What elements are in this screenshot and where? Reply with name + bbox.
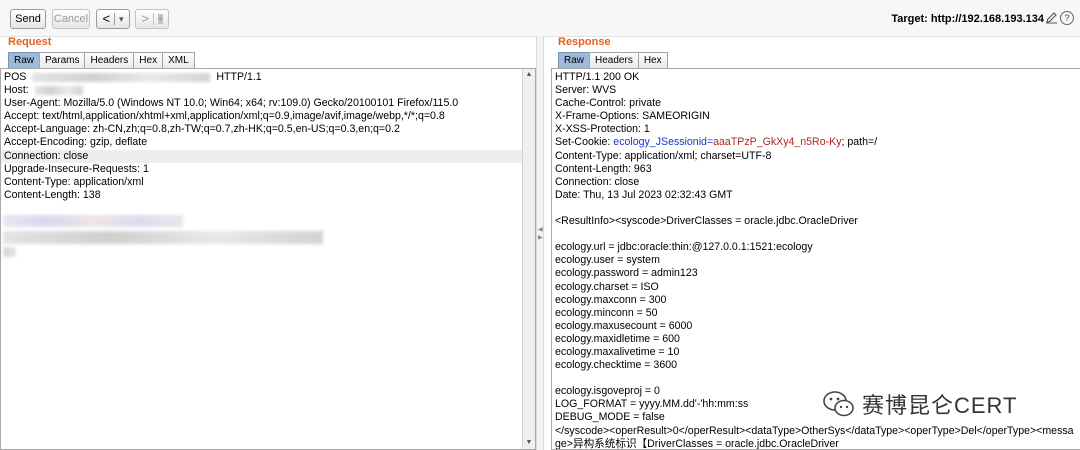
panel-divider[interactable]: ◀ ▶: [536, 36, 544, 450]
response-line-7: Content-Length: 963: [555, 162, 652, 175]
request-line-1: Host:: [1, 84, 523, 97]
response-tab-headers[interactable]: Headers: [589, 52, 639, 68]
request-editor[interactable]: POS HTTP/1.1 Host: User-Agent: Mozilla/5.…: [0, 68, 536, 450]
pencil-icon[interactable]: [1045, 11, 1058, 27]
response-tabs: Raw Headers Hex: [558, 52, 668, 69]
request-tab-raw[interactable]: Raw: [8, 52, 41, 68]
response-tab-hex[interactable]: Hex: [637, 52, 668, 68]
chevron-down-icon: ▾: [158, 14, 163, 25]
request-title: Request: [8, 36, 52, 48]
chevron-down-icon: ▾: [119, 14, 124, 25]
response-line-16: ecology.charset = ISO: [555, 280, 659, 293]
help-icon[interactable]: ?: [1060, 11, 1074, 25]
response-line-1: Server: WVS: [555, 84, 617, 97]
redacted-body-line: [3, 247, 15, 257]
forward-button[interactable]: > ▾: [135, 9, 169, 29]
response-line-18: ecology.minconn = 50: [555, 306, 658, 319]
response-line-3: X-Frame-Options: SAMEORIGIN: [555, 110, 710, 123]
request-tab-hex[interactable]: Hex: [133, 52, 164, 68]
cancel-button[interactable]: Cancel: [52, 9, 90, 29]
send-button[interactable]: Send: [10, 9, 46, 29]
watermark: 赛博昆仑CERT: [822, 384, 1018, 424]
request-line-3: Accept: text/html,application/xhtml+xml,…: [4, 110, 445, 123]
request-lines: POS HTTP/1.1 Host: User-Agent: Mozilla/5.…: [1, 71, 523, 202]
request-scrollbar[interactable]: ▲ ▼: [522, 69, 535, 449]
redacted-body-line: [3, 231, 323, 244]
request-line-7: Upgrade-Insecure-Requests: 1: [4, 162, 149, 175]
scroll-up-icon[interactable]: ▲: [523, 69, 535, 81]
request-line-4: Accept-Language: zh-CN,zh;q=0.8,zh-TW;q=…: [4, 123, 400, 136]
response-line-28: ge>异构系统标识【DriverClasses = oracle.jdbc.Or…: [555, 437, 839, 450]
request-line-8: Content-Type: application/xml: [4, 175, 144, 188]
request-line-6: Connection: close: [1, 149, 523, 163]
toolbar: Send Cancel < ▾ > ▾ Target: http://192.168…: [0, 0, 1080, 37]
response-line-8: Connection: close: [555, 175, 640, 188]
response-line-9: Date: Thu, 13 Jul 2023 02:32:43 GMT: [555, 188, 733, 201]
response-line-10: [552, 202, 1080, 215]
response-line-21: ecology.maxalivetime = 10: [555, 345, 680, 358]
response-line-0: HTTP/1.1 200 OK: [555, 71, 640, 83]
request-line-9: Content-Length: 138: [4, 188, 101, 201]
divider-grip-icon[interactable]: ◀ ▶: [538, 226, 543, 242]
response-line-20: ecology.maxidletime = 600: [555, 332, 680, 345]
wechat-icon: [822, 387, 856, 421]
chevron-left-icon: <: [102, 11, 111, 27]
back-button[interactable]: < ▾: [96, 9, 130, 29]
response-line-14: ecology.user = system: [555, 254, 660, 267]
request-tab-headers[interactable]: Headers: [84, 52, 135, 68]
response-line-17: ecology.maxconn = 300: [555, 293, 667, 306]
request-line-0: POS HTTP/1.1: [4, 71, 262, 83]
request-line-2: User-Agent: Mozilla/5.0 (Windows NT 10.0…: [4, 97, 459, 110]
response-line-2: Cache-Control: private: [555, 97, 661, 110]
request-line-5: Accept-Encoding: gzip, deflate: [4, 136, 148, 149]
target-label: Target: http://192.168.193.134: [891, 13, 1044, 25]
chevron-right-icon: >: [141, 11, 150, 27]
response-line-6: Content-Type: application/xml; charset=U…: [555, 149, 772, 162]
response-line-15: ecology.password = admin123: [555, 267, 698, 280]
redacted-body-line: [3, 215, 183, 227]
cookie-name: ecology_JSessionid: [613, 136, 707, 149]
response-line-12: [552, 228, 1080, 241]
response-title: Response: [558, 36, 611, 48]
response-set-cookie-line: Set-Cookie: ecology_JSessionid=aaaTPzP_G…: [555, 136, 878, 149]
request-tab-params[interactable]: Params: [39, 52, 86, 68]
request-tab-xml[interactable]: XML: [162, 52, 195, 68]
response-line-11: <ResultInfo><syscode>DriverClasses = ora…: [555, 215, 858, 228]
request-tabs: Raw Params Headers Hex XML: [8, 52, 195, 69]
response-line-27: </syscode><operResult>0</operResult><dat…: [555, 424, 1074, 437]
response-line-22: ecology.checktime = 3600: [555, 359, 677, 372]
cookie-value: aaaTPzP_GkXy4_n5Ro-Ky: [713, 136, 842, 149]
response-tab-raw[interactable]: Raw: [558, 52, 591, 68]
response-line-19: ecology.maxusecount = 6000: [555, 319, 693, 332]
response-line-4: X-XSS-Protection: 1: [555, 123, 650, 136]
response-line-13: ecology.url = jdbc:oracle:thin:@127.0.0.…: [555, 241, 813, 254]
watermark-text: 赛博昆仑CERT: [862, 393, 1018, 418]
scroll-down-icon[interactable]: ▼: [523, 437, 535, 449]
